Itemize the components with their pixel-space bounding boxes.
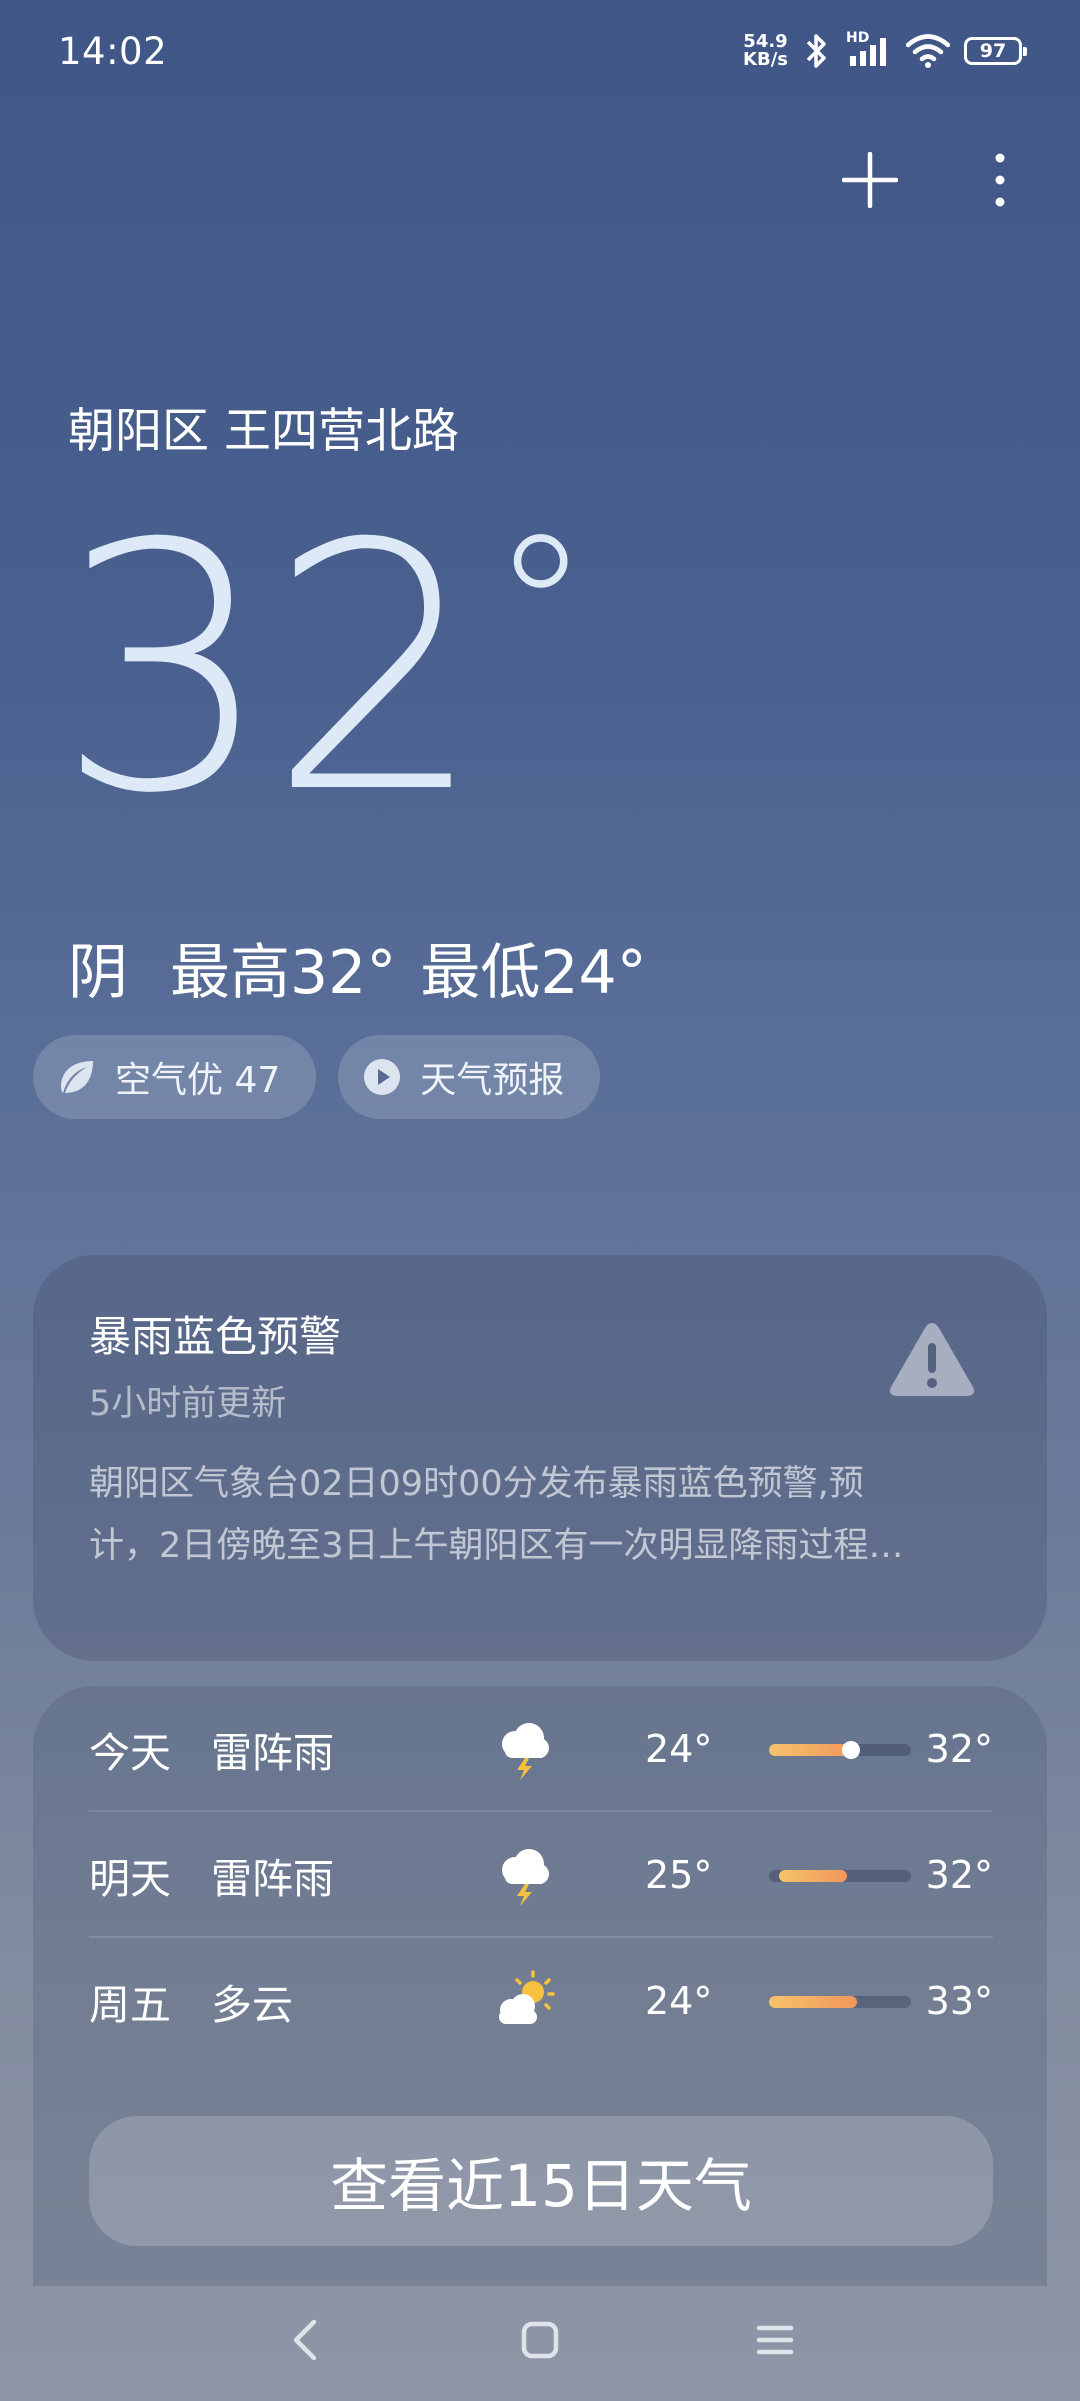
temperature-unit: ° xyxy=(490,493,591,726)
menu-lines-icon xyxy=(756,2325,794,2355)
alert-description-line-1: 朝阳区气象台02日09时00分发布暴雨蓝色预警,预 xyxy=(89,1464,864,1504)
today-high: 最高32° xyxy=(170,938,397,1008)
forecast-condition: 多云 xyxy=(211,1981,293,2029)
current-temperature: 32 ° xyxy=(56,500,591,840)
forecast-row-friday[interactable]: 周五 多云 24° 33° xyxy=(89,1938,993,2064)
forecast-high: 32° xyxy=(925,1853,993,1897)
current-condition: 阴 xyxy=(68,938,128,1008)
status-time: 14:02 xyxy=(58,30,168,73)
home-square-icon xyxy=(521,2321,559,2359)
forecast-high: 33° xyxy=(925,1979,993,2023)
thunderstorm-icon xyxy=(502,1849,549,1906)
nav-home-button[interactable] xyxy=(510,2310,570,2370)
battery-indicator: 97 xyxy=(964,37,1027,65)
weather-alert-card[interactable]: 暴雨蓝色预警 5小时前更新 朝阳区气象台02日09时00分发布暴雨蓝色预警,预 … xyxy=(33,1255,1047,1661)
alert-description-line-2: 计，2日傍晚至3日上午朝阳区有一次明显降雨过程… xyxy=(89,1526,904,1566)
status-icons: 54.9 KB/s HD 97 xyxy=(743,30,1027,69)
alert-title: 暴雨蓝色预警 xyxy=(89,1312,342,1361)
bluetooth-icon xyxy=(806,34,826,68)
add-city-button[interactable] xyxy=(830,140,910,220)
back-chevron-icon xyxy=(293,2319,317,2361)
today-summary: 阴 最高32° 最低24° xyxy=(68,924,647,1011)
more-vertical-icon xyxy=(995,153,1005,207)
alert-description: 朝阳区气象台02日09时00分发布暴雨蓝色预警,预 计，2日傍晚至3日上午朝阳区… xyxy=(89,1453,1009,1577)
forecast-row-today[interactable]: 今天 雷阵雨 24° 32° xyxy=(89,1686,993,1812)
alert-updated-time: 5小时前更新 xyxy=(89,1384,287,1424)
info-chips: 空气优 47 天气预报 xyxy=(33,1035,601,1119)
forecast-low: 24° xyxy=(645,1979,713,2023)
temperature-value: 32 xyxy=(56,472,485,868)
cellular-signal: HD xyxy=(846,30,892,68)
leaf-icon xyxy=(57,1057,97,1097)
temperature-range-bar xyxy=(769,1870,911,1882)
forecast-low: 25° xyxy=(645,1853,713,1897)
network-speed: 54.9 KB/s xyxy=(743,33,788,69)
air-quality-label: 空气优 47 xyxy=(115,1060,281,1101)
today-low: 最低24° xyxy=(420,938,647,1008)
signal-bars-icon xyxy=(850,38,886,66)
temperature-range-bar xyxy=(769,1996,911,2008)
partly-cloudy-icon xyxy=(499,1970,555,2024)
play-circle-icon xyxy=(362,1057,402,1097)
nav-recents-button[interactable] xyxy=(745,2310,805,2370)
temperature-range-fill xyxy=(769,1996,858,2008)
forecast-day: 今天 xyxy=(89,1729,171,1777)
location-name[interactable]: 朝阳区 王四营北路 xyxy=(68,392,459,461)
forecast-day: 周五 xyxy=(89,1981,171,2029)
daily-forecast-card: 今天 雷阵雨 24° 32° 明天 雷阵雨 25° 32° 周五 多云 24° … xyxy=(33,1686,1047,2286)
system-navigation-bar xyxy=(0,2280,1080,2401)
forecast-condition: 雷阵雨 xyxy=(211,1729,334,1777)
forecast-row-tomorrow[interactable]: 明天 雷阵雨 25° 32° xyxy=(89,1812,993,1938)
forecast-day: 明天 xyxy=(89,1855,171,1903)
view-15-day-forecast-button[interactable]: 查看近15日天气 xyxy=(89,2116,993,2246)
more-options-button[interactable] xyxy=(960,140,1040,220)
thunderstorm-icon xyxy=(502,1723,549,1780)
air-quality-chip[interactable]: 空气优 47 xyxy=(33,1035,317,1119)
status-bar: 14:02 54.9 KB/s HD 97 xyxy=(0,0,1080,110)
network-speed-unit: KB/s xyxy=(743,49,788,70)
temperature-range-bar xyxy=(769,1741,911,1759)
forecast-high: 32° xyxy=(925,1727,993,1771)
top-actions xyxy=(830,140,1040,220)
forecast-low: 24° xyxy=(645,1727,713,1771)
warning-triangle-icon xyxy=(889,1323,975,1396)
weather-forecast-chip[interactable]: 天气预报 xyxy=(338,1035,601,1119)
temperature-range-fill xyxy=(778,1870,848,1882)
forecast-condition: 雷阵雨 xyxy=(211,1855,334,1903)
plus-icon xyxy=(842,152,898,208)
current-temperature-marker xyxy=(842,1741,861,1759)
weather-forecast-label: 天气预报 xyxy=(420,1060,565,1101)
nav-back-button[interactable] xyxy=(275,2310,335,2370)
wifi-icon xyxy=(906,34,950,68)
